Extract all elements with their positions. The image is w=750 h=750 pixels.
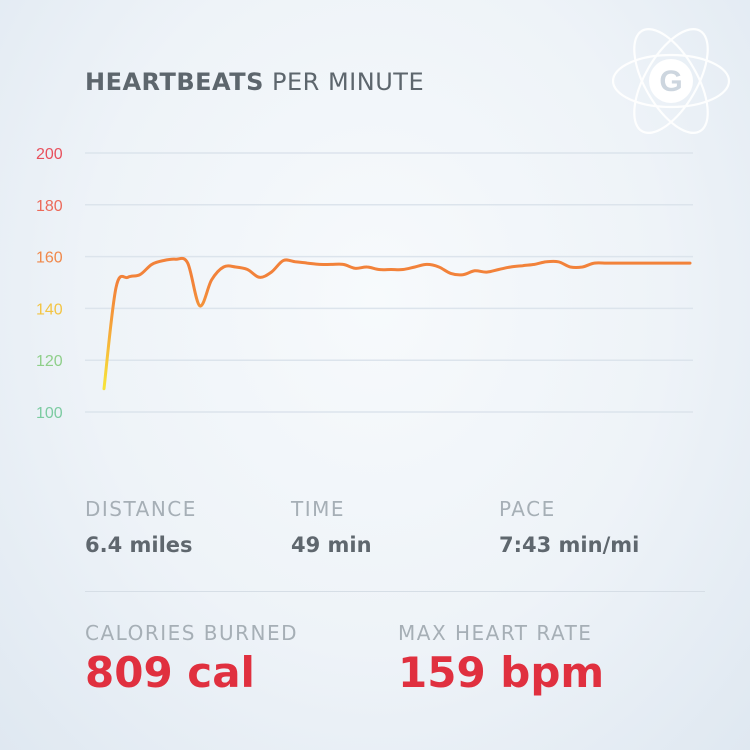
calories-label: CALORIES BURNED <box>85 621 299 645</box>
time-label: TIME <box>291 497 346 521</box>
heart-rate-line <box>102 256 692 391</box>
distance-label: DISTANCE <box>85 497 197 521</box>
time-value: 49 min <box>291 533 372 557</box>
max-heart-rate-label: MAX HEART RATE <box>398 621 593 645</box>
pace-value: 7:43 min/mi <box>499 533 640 557</box>
y-tick-label-180: 180 <box>36 198 63 215</box>
y-tick-label-140: 140 <box>36 301 63 318</box>
y-tick-label-120: 120 <box>36 353 63 370</box>
stats-divider <box>85 591 705 592</box>
max-heart-rate-value: 159 bpm <box>398 648 605 697</box>
distance-value: 6.4 miles <box>85 533 193 557</box>
heart-rate-chart: 200 180 160 140 120 100 <box>36 146 693 422</box>
pace-label: PACE <box>499 497 556 521</box>
calories-value: 809 cal <box>85 648 255 697</box>
y-tick-label-200: 200 <box>36 146 63 163</box>
y-tick-label-160: 160 <box>36 250 63 267</box>
y-tick-label-100: 100 <box>36 405 63 422</box>
